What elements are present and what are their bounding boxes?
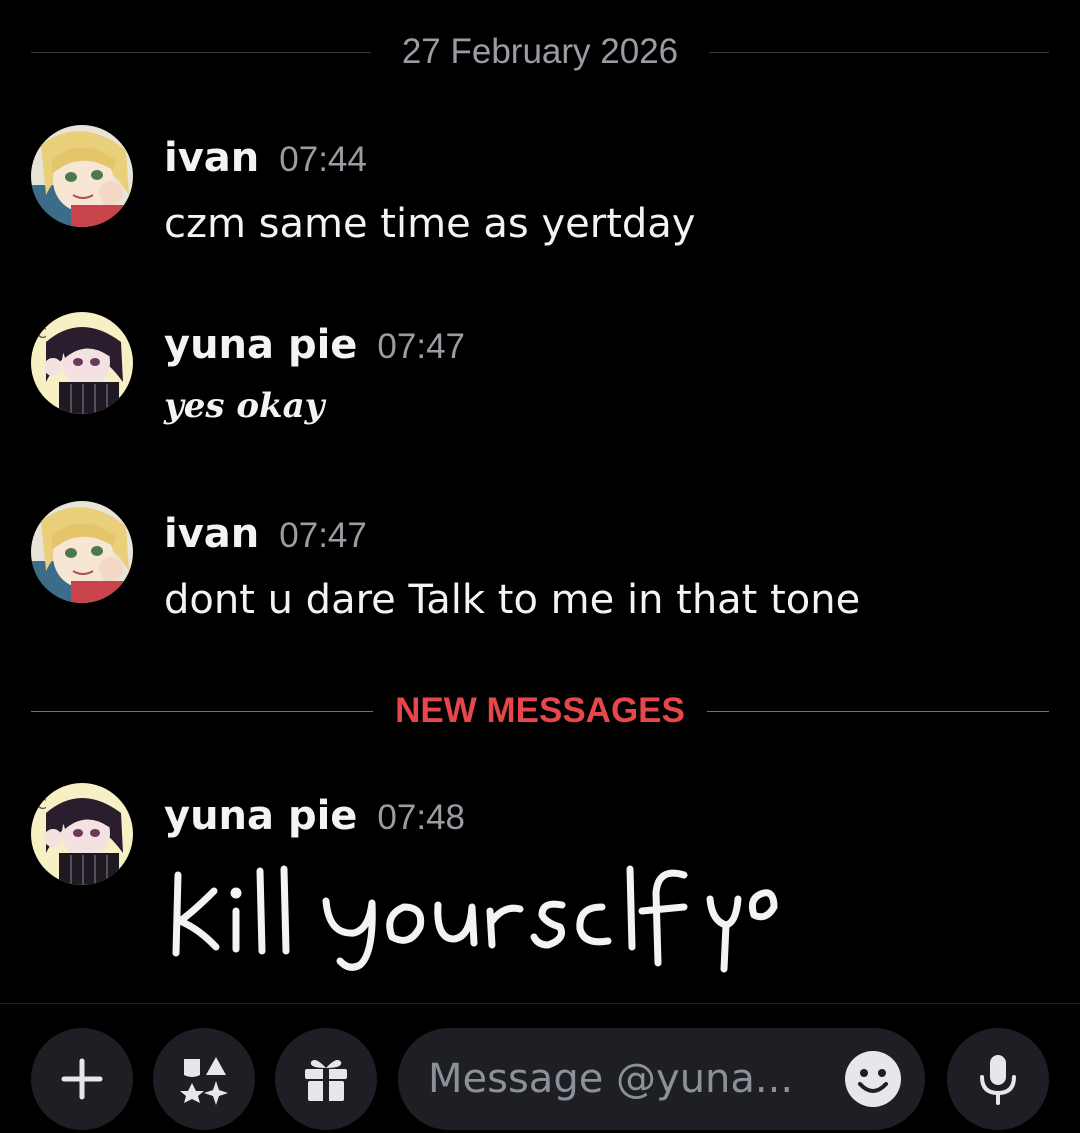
apps-button[interactable] — [153, 1028, 255, 1130]
new-messages-divider: NEW MESSAGES — [31, 681, 1049, 741]
apps-icon — [180, 1057, 228, 1105]
dark-hair-anime-avatar-icon[interactable] — [31, 783, 133, 885]
date-divider: 27 February 2026 — [31, 22, 1049, 82]
message-content: yes okay — [164, 386, 325, 426]
blonde-anime-avatar-icon[interactable] — [31, 125, 133, 227]
emoji-icon — [845, 1051, 901, 1107]
message-header: ivan 07:47 — [164, 511, 367, 561]
message-content: dont u dare Talk to me in that tone — [164, 577, 861, 623]
message-author[interactable]: yuna pie — [164, 322, 357, 368]
add-attachment-button[interactable] — [31, 1028, 133, 1130]
message-timestamp: 07:48 — [377, 798, 466, 837]
dark-hair-anime-avatar-icon[interactable] — [31, 312, 133, 414]
gift-icon — [305, 1060, 347, 1101]
microphone-icon — [980, 1055, 1016, 1105]
voice-message-button[interactable] — [947, 1028, 1049, 1130]
message-timestamp: 07:47 — [279, 516, 367, 555]
message-author[interactable]: ivan — [164, 135, 259, 181]
plus-icon — [61, 1058, 103, 1100]
divider-line — [707, 711, 1049, 712]
message-author[interactable]: yuna pie — [164, 793, 357, 839]
message-content: czm same time as yertday — [164, 201, 696, 247]
message-timestamp: 07:47 — [377, 327, 466, 366]
emoji-button[interactable] — [844, 1050, 902, 1108]
blonde-anime-avatar-icon[interactable] — [31, 501, 133, 603]
divider-line — [709, 52, 1049, 53]
message-header: yuna pie 07:47 — [164, 322, 465, 372]
message-input-placeholder: Message @yuna... — [428, 1056, 794, 1102]
message-header: ivan 07:44 — [164, 135, 367, 185]
message-input[interactable]: Message @yuna... — [398, 1028, 925, 1130]
message-timestamp: 07:44 — [279, 140, 367, 179]
message-composer: Message @yuna... — [0, 1004, 1080, 1133]
message-header: yuna pie 07:48 — [164, 793, 465, 843]
message-author[interactable]: ivan — [164, 511, 259, 557]
handwritten-message-image[interactable] — [164, 863, 784, 977]
gift-button[interactable] — [275, 1028, 377, 1130]
